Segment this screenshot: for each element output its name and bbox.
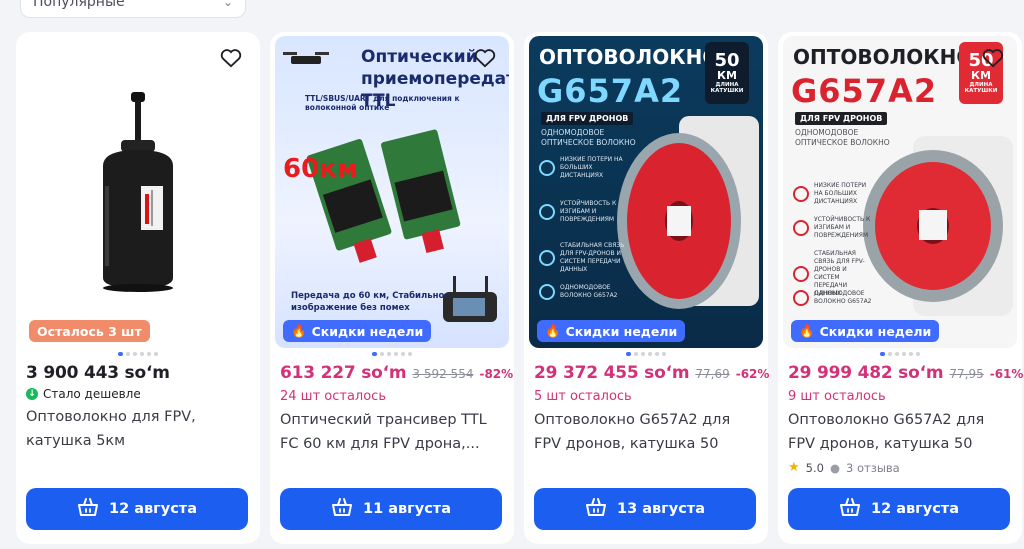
add-to-cart-button[interactable]: 12 августа bbox=[788, 488, 1010, 530]
product-image[interactable]: Осталось 3 шт bbox=[21, 36, 255, 348]
image-range-label: 60км bbox=[283, 154, 359, 184]
feature-item: УСТОЙЧИВОСТЬ К ИЗГИБАМ И ПОВРЕЖДЕНИЯМ bbox=[539, 200, 630, 224]
add-to-cart-button[interactable]: 11 августа bbox=[280, 488, 502, 530]
length-note: ДЛИНА КАТУШКИ bbox=[964, 82, 998, 94]
length-note: ДЛИНА КАТУШКИ bbox=[710, 82, 744, 94]
length-number: 50 bbox=[714, 50, 740, 71]
image-footer-text: Передача до 60 км, Стабильное изображени… bbox=[291, 291, 451, 313]
feature-item: НИЗКИЕ ПОТЕРИ НА БОЛЬШИХ ДИСТАНЦИЯХ bbox=[793, 182, 874, 206]
image-desc: ОДНОМОДОВОЕ ОПТИЧЕСКОЕ ВОЛОКНО bbox=[541, 128, 636, 147]
product-price: 29 372 455 so‘m bbox=[534, 363, 690, 383]
image-pager-dots[interactable] bbox=[280, 352, 504, 357]
review-count: 3 отзыва bbox=[846, 460, 900, 475]
delivery-date: 11 августа bbox=[363, 501, 451, 517]
fiber-canister-image bbox=[103, 92, 173, 292]
product-price: 613 227 so‘m bbox=[280, 363, 407, 383]
image-model: G657A2 bbox=[537, 72, 684, 110]
weekly-deals-text: Скидки недели bbox=[565, 323, 678, 339]
basket-icon bbox=[77, 497, 99, 521]
weekly-deals-badge: 🔥 Скидки недели bbox=[791, 320, 940, 342]
product-title[interactable]: Оптический трансивер TTL FC 60 км для FP… bbox=[280, 408, 504, 456]
image-pager-dots[interactable] bbox=[26, 352, 250, 357]
image-tag: ДЛЯ FPV ДРОНОВ bbox=[541, 112, 634, 125]
arrow-down-icon: ↓ bbox=[26, 388, 38, 400]
image-model: G657A2 bbox=[791, 72, 938, 110]
old-price: 3 592 554 bbox=[412, 367, 474, 381]
price-drop-text: Стало дешевле bbox=[43, 387, 141, 401]
discount-percent: -62% bbox=[735, 367, 770, 381]
image-pager-dots[interactable] bbox=[534, 352, 758, 357]
favorite-heart-icon[interactable] bbox=[473, 46, 497, 70]
sort-dropdown[interactable]: Популярные ⌄ bbox=[20, 0, 246, 18]
favorite-heart-icon[interactable] bbox=[981, 46, 1005, 70]
image-tag: ДЛЯ FPV ДРОНОВ bbox=[795, 112, 888, 125]
discount-percent: -61% bbox=[989, 367, 1024, 381]
weekly-deals-badge: 🔥 Скидки недели bbox=[283, 320, 432, 342]
add-to-cart-button[interactable]: 13 августа bbox=[534, 488, 756, 530]
basket-icon bbox=[839, 497, 861, 521]
fire-icon: 🔥 bbox=[545, 323, 561, 338]
sort-label: Популярные bbox=[33, 0, 125, 10]
image-headline: ОПТОВОЛОКНО bbox=[539, 45, 720, 69]
weekly-deals-text: Скидки недели bbox=[819, 323, 932, 339]
basket-icon bbox=[331, 497, 353, 521]
length-badge: 50 КМ ДЛИНА КАТУШКИ bbox=[705, 42, 749, 104]
image-headline: ОПТОВОЛОКНО bbox=[793, 45, 974, 69]
product-card[interactable]: Оптический приемопередатчик TTL TTL/SBUS… bbox=[270, 32, 514, 544]
product-card[interactable]: ОПТОВОЛОКНО G657A2 ДЛЯ FPV ДРОНОВ ОДНОМО… bbox=[524, 32, 770, 544]
product-image[interactable]: ОПТОВОЛОКНО G657A2 ДЛЯ FPV ДРОНОВ ОДНОМО… bbox=[783, 36, 1017, 348]
product-title[interactable]: Оптоволокно G657A2 для FPV дронов, катуш… bbox=[534, 408, 758, 456]
basket-icon bbox=[585, 497, 607, 521]
stock-badge-text: Осталось 3 шт bbox=[37, 323, 142, 339]
comment-icon: ● bbox=[829, 460, 840, 475]
rating-value: 5.0 bbox=[805, 460, 824, 475]
length-unit: КМ bbox=[971, 69, 991, 82]
old-price: 77,69 bbox=[695, 367, 730, 381]
product-image[interactable]: Оптический приемопередатчик TTL TTL/SBUS… bbox=[275, 36, 509, 348]
stock-badge: Осталось 3 шт bbox=[29, 320, 150, 342]
delivery-date: 13 августа bbox=[617, 501, 705, 517]
feature-item: УСТОЙЧИВОСТЬ К ИЗГИБАМ И ПОВРЕЖДЕНИЯМ bbox=[793, 216, 874, 240]
delivery-date: 12 августа bbox=[871, 501, 959, 517]
product-image[interactable]: ОПТОВОЛОКНО G657A2 ДЛЯ FPV ДРОНОВ ОДНОМО… bbox=[529, 36, 763, 348]
feature-item: НИЗКИЕ ПОТЕРИ НА БОЛЬШИХ ДИСТАНЦИЯХ bbox=[539, 156, 630, 180]
chevron-down-icon: ⌄ bbox=[222, 0, 233, 9]
old-price: 77,95 bbox=[949, 367, 984, 381]
stock-left: 24 шт осталось bbox=[280, 389, 386, 404]
stock-left: 5 шт осталось bbox=[534, 389, 632, 404]
product-card[interactable]: ОПТОВОЛОКНО G657A2 ДЛЯ FPV ДРОНОВ ОДНОМО… bbox=[778, 32, 1024, 544]
favorite-heart-icon[interactable] bbox=[219, 46, 243, 70]
fire-icon: 🔥 bbox=[799, 323, 815, 338]
rating-row[interactable]: ★ 5.0 ● 3 отзыва bbox=[788, 460, 1012, 475]
feature-item: ОДНОМОДОВОЕ ВОЛОКНО G657A2 bbox=[793, 290, 874, 306]
product-price: 3 900 443 so‘m bbox=[26, 363, 170, 383]
weekly-deals-badge: 🔥 Скидки недели bbox=[537, 320, 686, 342]
stock-left: 9 шт осталось bbox=[788, 389, 886, 404]
image-subline: TTL/SBUS/UART для подключения к волоконн… bbox=[305, 94, 460, 112]
star-icon: ★ bbox=[788, 460, 800, 475]
delivery-date: 12 августа bbox=[109, 501, 197, 517]
feature-item: СТАБИЛЬНАЯ СВЯЗЬ ДЛЯ FPV-ДРОНОВ И СИСТЕМ… bbox=[539, 242, 630, 274]
fire-icon: 🔥 bbox=[291, 323, 307, 338]
product-title[interactable]: Оптоволокно для FPV, катушка 5км bbox=[26, 405, 250, 453]
image-desc: ОДНОМОДОВОЕ ОПТИЧЕСКОЕ ВОЛОКНО bbox=[795, 128, 890, 147]
add-to-cart-button[interactable]: 12 августа bbox=[26, 488, 248, 530]
product-price: 29 999 482 so‘m bbox=[788, 363, 944, 383]
weekly-deals-text: Скидки недели bbox=[311, 323, 424, 339]
product-card[interactable]: Осталось 3 шт 3 900 443 so‘m ↓ Стало деш… bbox=[16, 32, 260, 544]
product-grid: Осталось 3 шт 3 900 443 so‘m ↓ Стало деш… bbox=[16, 32, 1024, 544]
price-drop-label: ↓ Стало дешевле bbox=[26, 387, 250, 401]
discount-percent: -82% bbox=[479, 367, 514, 381]
product-title[interactable]: Оптоволокно G657A2 для FPV дронов, катуш… bbox=[788, 408, 1012, 456]
image-pager-dots[interactable] bbox=[788, 352, 1012, 357]
length-unit: КМ bbox=[717, 69, 737, 82]
feature-item: ОДНОМОДОВОЕ ВОЛОКНО G657A2 bbox=[539, 284, 630, 300]
